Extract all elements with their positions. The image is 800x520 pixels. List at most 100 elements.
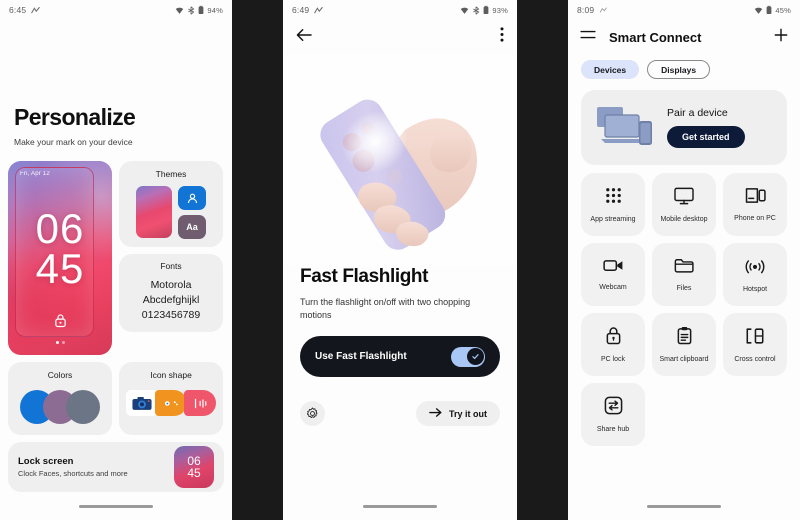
fonts-sample: Motorola Abcdefghijkl 0123456789 bbox=[125, 278, 217, 323]
lock-screen-texts: Lock screen Clock Faces, shortcuts and m… bbox=[18, 456, 174, 478]
themes-preview: Aa bbox=[125, 186, 217, 239]
network-activity-icon bbox=[599, 6, 608, 14]
chip-displays[interactable]: Displays bbox=[647, 60, 711, 79]
options-column: Themes Aa Fonts Motorola Abcdefghijkl 01… bbox=[119, 161, 223, 355]
wallpaper-date: Fri, Apr 12 bbox=[20, 171, 50, 177]
home-indicator[interactable] bbox=[568, 495, 800, 513]
fonts-line-3: 0123456789 bbox=[141, 309, 201, 321]
grid-item-cross-control[interactable]: Cross control bbox=[723, 313, 787, 376]
app-top-bar bbox=[283, 20, 517, 54]
grid-label: Share hub bbox=[596, 426, 630, 433]
toggle-label: Use Fast Flashlight bbox=[315, 351, 407, 362]
page-dot-active bbox=[55, 341, 59, 344]
wifi-icon bbox=[175, 6, 184, 15]
cross-control-icon bbox=[745, 327, 765, 350]
grid-item-phone-on-pc[interactable]: Phone on PC bbox=[723, 173, 787, 236]
wifi-icon bbox=[754, 6, 763, 15]
lock-screen-subtitle: Clock Faces, shortcuts and more bbox=[18, 469, 128, 478]
bluetooth-icon bbox=[472, 5, 480, 15]
arrow-right-icon bbox=[429, 407, 442, 420]
grid-filler bbox=[723, 383, 787, 446]
colors-title: Colors bbox=[47, 370, 73, 380]
colors-card[interactable]: Colors bbox=[8, 362, 112, 435]
games-icon bbox=[155, 390, 187, 416]
padlock-icon bbox=[605, 326, 622, 350]
more-vert-icon[interactable] bbox=[500, 27, 504, 47]
camera-icon bbox=[126, 390, 158, 416]
grid-item-share-hub[interactable]: Share hub bbox=[581, 383, 645, 446]
personalize-hero: Personalize Make your mark on your devic… bbox=[0, 104, 232, 147]
app-bar: Smart Connect bbox=[568, 20, 800, 54]
icon-shape-card[interactable]: Icon shape bbox=[119, 362, 223, 435]
page-title: Personalize bbox=[14, 104, 136, 130]
features-grid: App streaming Mobile desktop Phone on PC… bbox=[581, 173, 787, 446]
lock-screen-card[interactable]: Lock screen Clock Faces, shortcuts and m… bbox=[8, 442, 224, 492]
screenshot-stage: 6:45 94% Personalize Make your mark on y… bbox=[0, 0, 800, 520]
gutter-right bbox=[517, 0, 568, 520]
wallpaper-column: Fri, Apr 12 06 45 bbox=[8, 161, 112, 355]
gear-icon[interactable] bbox=[300, 401, 325, 426]
pair-card-content: Pair a device Get started bbox=[667, 107, 773, 148]
get-started-button[interactable]: Get started bbox=[667, 126, 745, 148]
home-indicator[interactable] bbox=[283, 495, 517, 513]
pair-a-device-card[interactable]: Pair a device Get started bbox=[581, 90, 787, 165]
grid-label: Phone on PC bbox=[734, 215, 776, 222]
grid-item-smart-clipboard[interactable]: Smart clipboard bbox=[652, 313, 716, 376]
network-activity-icon bbox=[31, 6, 41, 15]
chip-devices[interactable]: Devices bbox=[581, 60, 640, 79]
person-icon bbox=[178, 186, 206, 210]
themes-card[interactable]: Themes Aa bbox=[119, 161, 223, 247]
flashlight-content: Fast Flashlight Turn the flashlight on/o… bbox=[283, 266, 517, 426]
toggle-knob bbox=[466, 348, 484, 365]
wallpaper-clock-hour: 06 bbox=[35, 205, 85, 252]
grid-item-pc-lock[interactable]: PC lock bbox=[581, 313, 645, 376]
page-dot bbox=[61, 341, 65, 344]
try-it-out-label: Try it out bbox=[449, 408, 487, 419]
plus-icon[interactable] bbox=[774, 28, 788, 47]
status-time: 8:09 bbox=[577, 5, 595, 15]
get-started-label: Get started bbox=[682, 132, 730, 142]
phone-screen-fast-flashlight: 6:49 93% Fast Flashlight Turn the flashl… bbox=[283, 0, 517, 520]
grid-item-files[interactable]: Files bbox=[652, 243, 716, 306]
fonts-line-2: Abcdefghijkl bbox=[142, 294, 200, 306]
wifi-icon bbox=[460, 6, 469, 15]
icon-shape-preview bbox=[125, 390, 217, 416]
personalize-grid: Fri, Apr 12 06 45 Themes Aa Fonts Motoro… bbox=[0, 161, 232, 355]
try-it-out-button[interactable]: Try it out bbox=[416, 401, 500, 426]
page-description: Turn the flashlight on/off with two chop… bbox=[300, 297, 471, 320]
back-arrow-icon[interactable] bbox=[296, 28, 312, 47]
battery-percentage: 45% bbox=[775, 5, 791, 15]
wallpaper-page-dots[interactable] bbox=[8, 331, 112, 349]
grid-item-webcam[interactable]: Webcam bbox=[581, 243, 645, 306]
battery-icon bbox=[483, 5, 489, 15]
grid-label: Webcam bbox=[599, 284, 627, 291]
themes-title: Themes bbox=[155, 169, 187, 179]
grid-item-mobile-desktop[interactable]: Mobile desktop bbox=[652, 173, 716, 236]
wallpaper-clock: 06 45 bbox=[8, 205, 112, 290]
page-title: Fast Flashlight bbox=[300, 266, 429, 287]
grid-label: App streaming bbox=[590, 216, 636, 223]
status-bar: 6:49 93% bbox=[283, 0, 517, 20]
hamburger-menu-icon[interactable] bbox=[580, 28, 596, 46]
pair-card-title: Pair a device bbox=[667, 107, 728, 119]
grid-label: Mobile desktop bbox=[660, 215, 708, 223]
grid-item-hotspot[interactable]: Hotspot bbox=[723, 243, 787, 306]
home-indicator[interactable] bbox=[0, 495, 232, 513]
phone-screen-smart-connect: 8:09 45% Smart Connect Devices Displays … bbox=[568, 0, 800, 520]
color-swatch-gray bbox=[66, 390, 100, 424]
status-icons: 45% bbox=[754, 5, 791, 15]
wallpaper-card[interactable]: Fri, Apr 12 06 45 bbox=[8, 161, 112, 355]
grid-label: Hotspot bbox=[742, 285, 768, 293]
fonts-card[interactable]: Fonts Motorola Abcdefghijkl 0123456789 bbox=[119, 254, 223, 332]
phone-screen-personalize: 6:45 94% Personalize Make your mark on y… bbox=[0, 0, 232, 520]
audio-icon bbox=[184, 390, 216, 416]
use-fast-flashlight-row[interactable]: Use Fast Flashlight bbox=[300, 336, 500, 377]
status-icons: 93% bbox=[460, 5, 508, 15]
page-subtitle: Make your mark on your device bbox=[14, 137, 133, 147]
themes-icon-previews: Aa bbox=[178, 186, 206, 239]
grid-item-app-streaming[interactable]: App streaming bbox=[581, 173, 645, 236]
lock-screen-title: Lock screen bbox=[18, 456, 74, 467]
chip-displays-label: Displays bbox=[661, 64, 697, 75]
hand-holding-phone-flashlight-illustration bbox=[283, 54, 517, 266]
fast-flashlight-toggle[interactable] bbox=[451, 346, 485, 367]
